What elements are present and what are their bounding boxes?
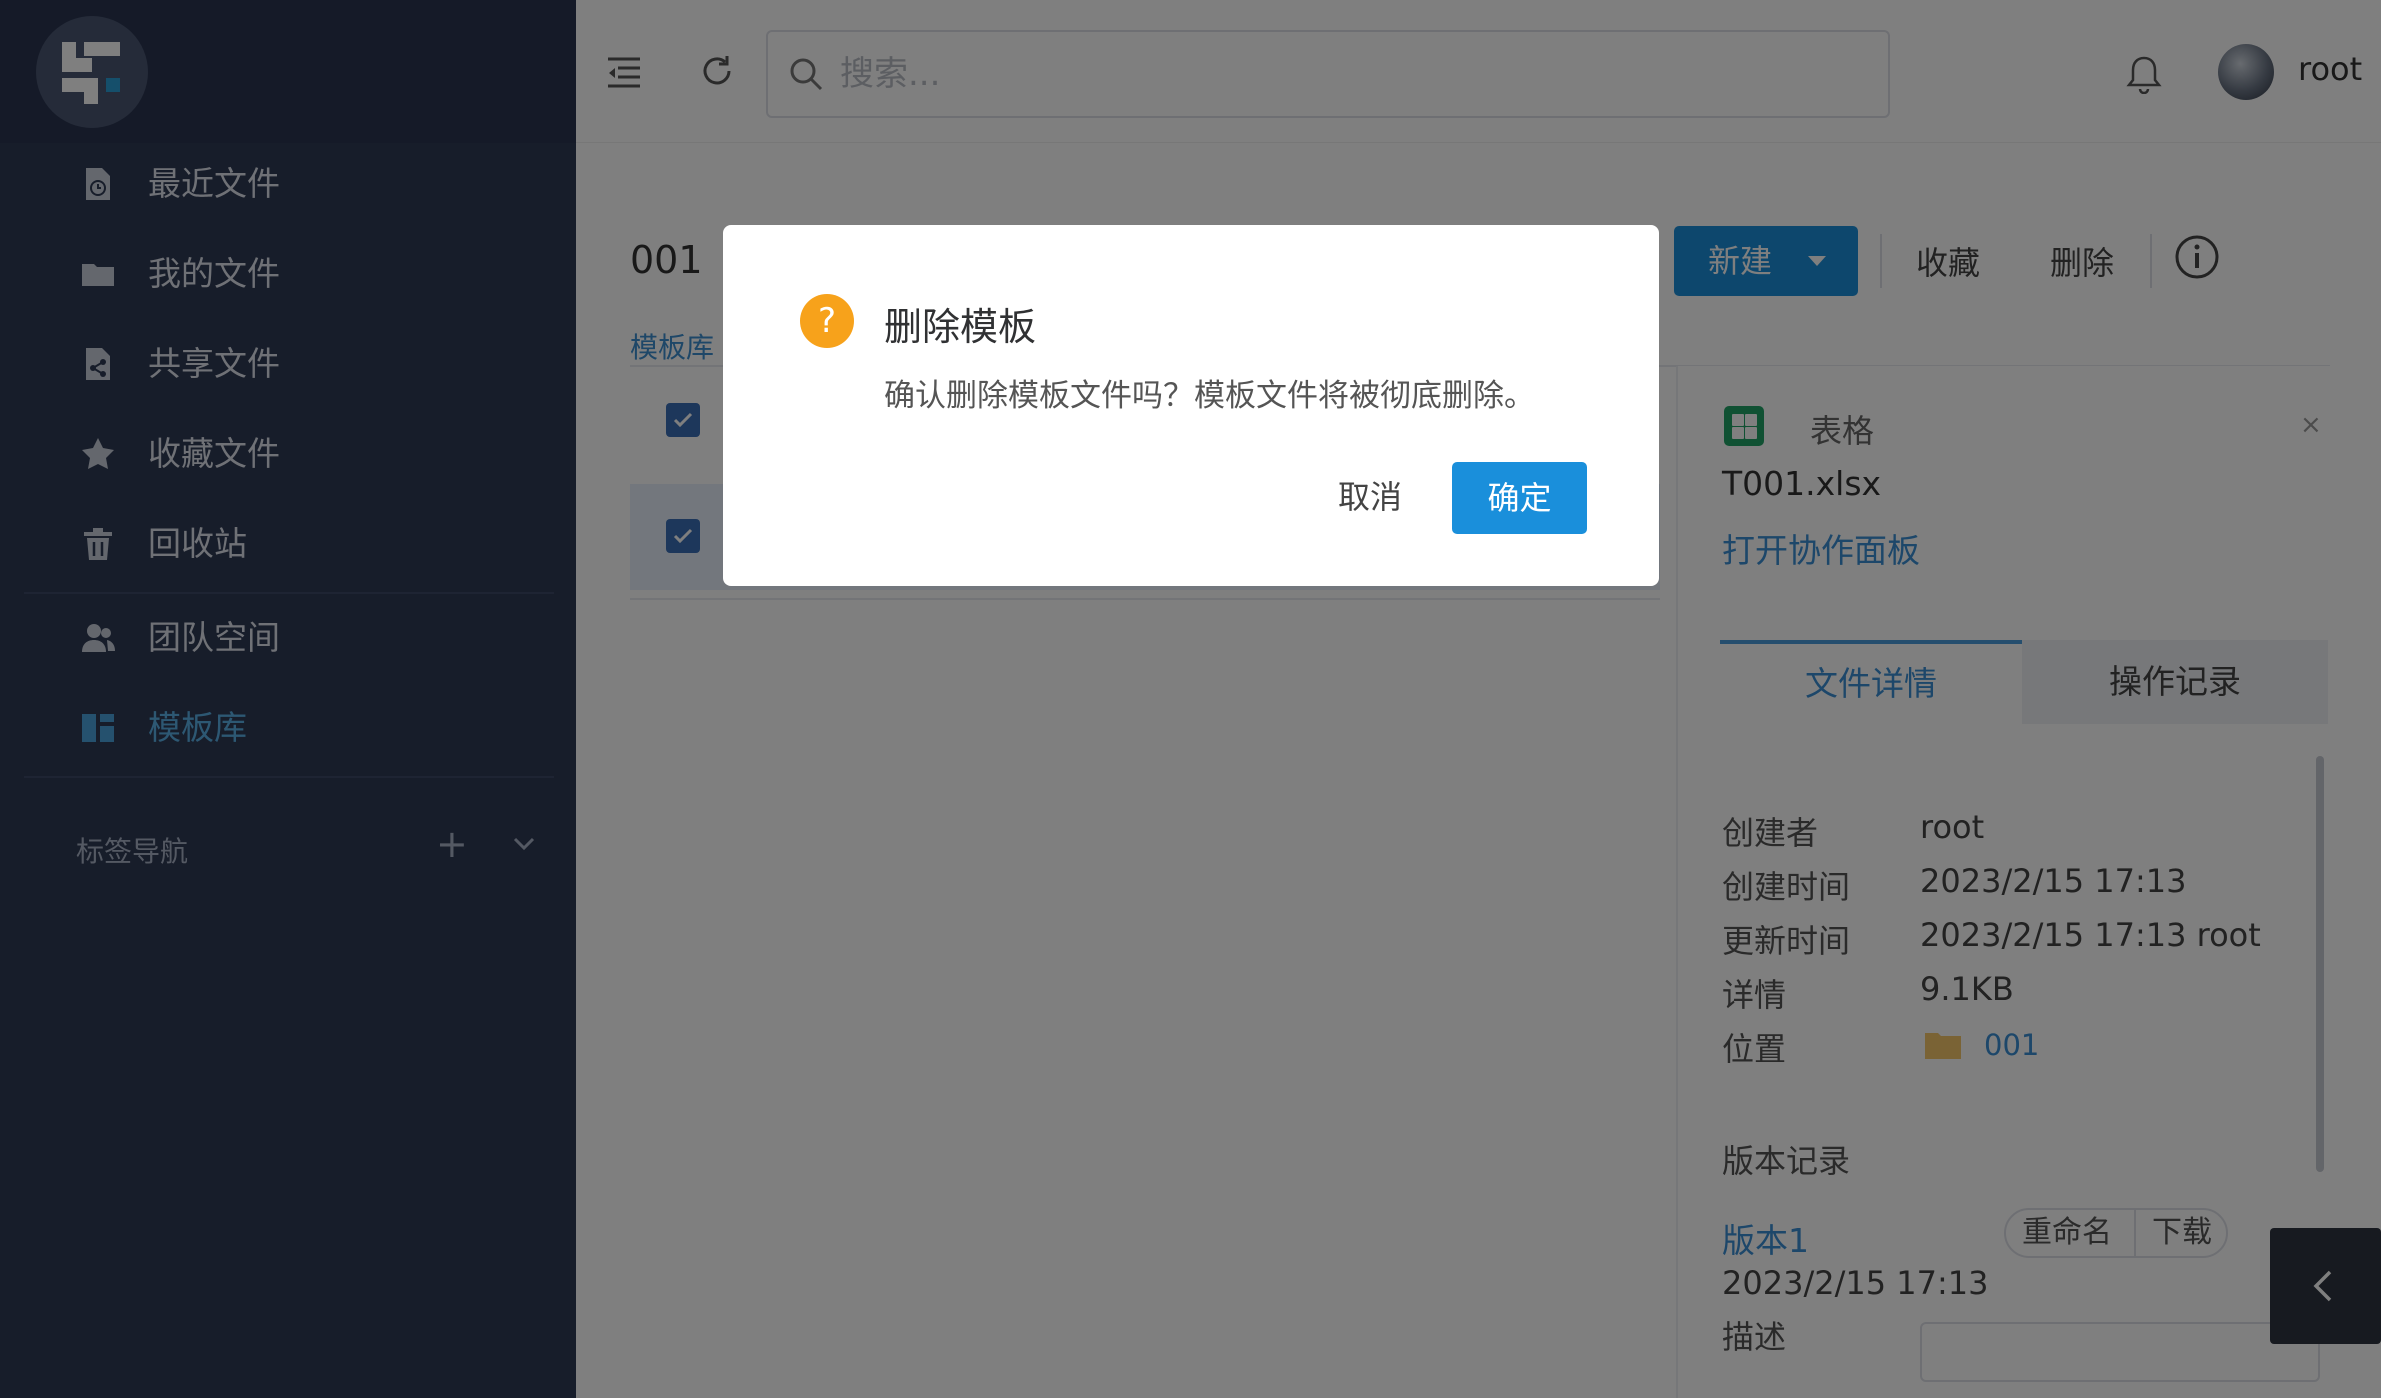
dialog-message: 确认删除模板文件吗？模板文件将被彻底删除。 xyxy=(884,378,1535,414)
question-icon: ? xyxy=(800,294,854,348)
confirm-button[interactable]: 确定 xyxy=(1452,462,1587,534)
dialog-title: 删除模板 xyxy=(884,305,1037,349)
modal-overlay[interactable] xyxy=(0,0,2381,1398)
cancel-button[interactable]: 取消 xyxy=(1310,462,1430,532)
